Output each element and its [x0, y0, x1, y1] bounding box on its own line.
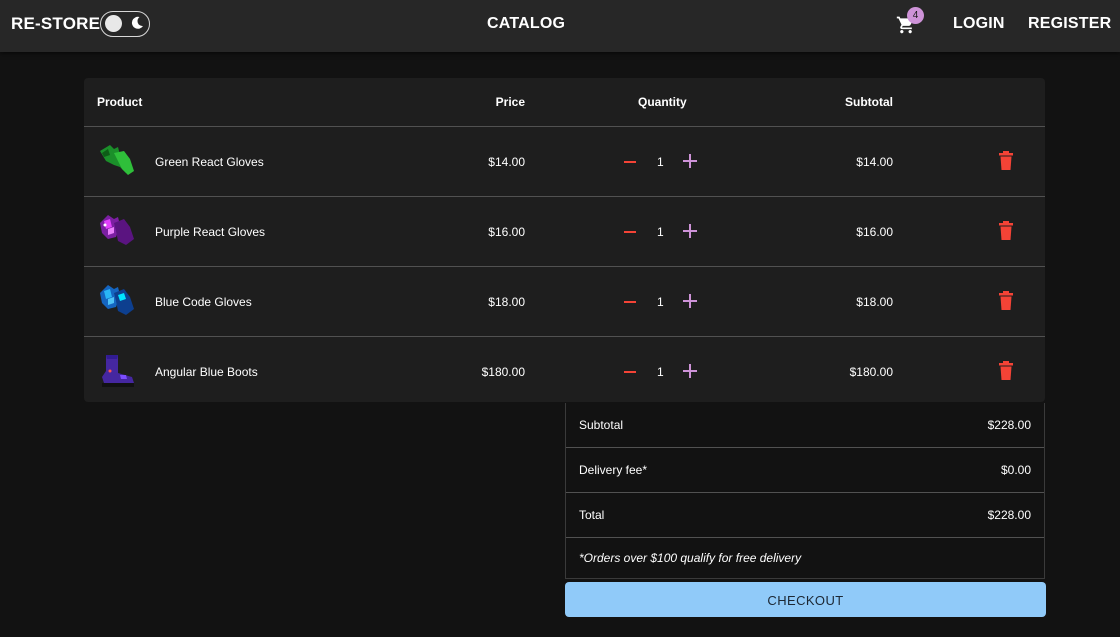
- table-row: Green React Gloves $14.00 1 $14.00: [84, 127, 1045, 197]
- summary-delivery-value: $0.00: [1000, 463, 1031, 477]
- nav-catalog-link[interactable]: CATALOG: [487, 15, 565, 33]
- table-header: Product Price Quantity Subtotal: [84, 78, 1045, 127]
- decrease-quantity-icon[interactable]: [622, 224, 638, 240]
- blue-gloves-icon: [100, 285, 134, 315]
- dark-mode-toggle[interactable]: [100, 11, 150, 37]
- increase-quantity-icon[interactable]: [681, 152, 699, 170]
- header-subtotal: Subtotal: [845, 95, 893, 109]
- product-price: $16.00: [488, 224, 525, 239]
- row-subtotal: $18.00: [856, 294, 893, 309]
- summary-delivery-row: Delivery fee* $0.00: [566, 448, 1044, 493]
- product-name[interactable]: Green React Gloves: [155, 155, 264, 169]
- increase-quantity-icon[interactable]: [681, 222, 699, 240]
- increase-quantity-icon[interactable]: [681, 362, 699, 380]
- product-quantity: 1: [657, 224, 664, 239]
- toggle-knob: [105, 15, 122, 32]
- delete-icon[interactable]: [997, 361, 1015, 381]
- purple-gloves-icon: [100, 215, 134, 245]
- increase-quantity-icon[interactable]: [681, 292, 699, 310]
- row-subtotal: $180.00: [849, 364, 893, 379]
- blue-boots-icon: [102, 355, 134, 387]
- decrease-quantity-icon[interactable]: [622, 294, 638, 310]
- moon-icon: [131, 16, 143, 29]
- product-quantity: 1: [657, 364, 664, 379]
- product-quantity: 1: [657, 294, 664, 309]
- row-subtotal: $14.00: [856, 154, 893, 169]
- row-subtotal: $16.00: [856, 224, 893, 239]
- green-gloves-icon: [100, 145, 134, 175]
- delete-icon[interactable]: [997, 221, 1015, 241]
- checkout-button[interactable]: CHECKOUT: [565, 582, 1046, 617]
- decrease-quantity-icon[interactable]: [622, 154, 638, 170]
- cart-count-badge: 4: [907, 7, 924, 24]
- table-row: Angular Blue Boots $180.00 1 $180.00: [84, 337, 1045, 406]
- login-link[interactable]: LOGIN: [953, 15, 1005, 33]
- table-row: Purple React Gloves $16.00 1 $16.00: [84, 197, 1045, 267]
- order-summary: Subtotal $228.00 Delivery fee* $0.00 Tot…: [565, 403, 1045, 579]
- brand-logo[interactable]: RE-STORE: [11, 14, 100, 34]
- delete-icon[interactable]: [997, 151, 1015, 171]
- delete-icon[interactable]: [997, 291, 1015, 311]
- summary-subtotal-label: Subtotal: [579, 418, 624, 432]
- basket-table: Product Price Quantity Subtotal Green Re…: [84, 78, 1045, 402]
- header-product: Product: [97, 95, 143, 109]
- product-price: $180.00: [481, 364, 525, 379]
- summary-total-row: Total $228.00: [566, 493, 1044, 538]
- delivery-note: *Orders over $100 qualify for free deliv…: [579, 551, 802, 565]
- product-quantity: 1: [657, 154, 664, 169]
- product-price: $18.00: [488, 294, 525, 309]
- product-price: $14.00: [488, 154, 525, 169]
- summary-subtotal-row: Subtotal $228.00: [566, 403, 1044, 448]
- product-name[interactable]: Angular Blue Boots: [155, 365, 258, 379]
- header-price: Price: [495, 95, 525, 109]
- product-name[interactable]: Blue Code Gloves: [155, 295, 252, 309]
- table-row: Blue Code Gloves $18.00 1 $18.00: [84, 267, 1045, 337]
- register-link[interactable]: REGISTER: [1028, 15, 1111, 33]
- summary-subtotal-value: $228.00: [987, 418, 1031, 432]
- summary-total-label: Total: [579, 508, 605, 522]
- header-quantity: Quantity: [638, 95, 687, 109]
- product-name[interactable]: Purple React Gloves: [155, 225, 265, 239]
- app-bar: RE-STORE CATALOG 4 LOGIN REGISTER: [0, 0, 1120, 52]
- decrease-quantity-icon[interactable]: [622, 364, 638, 380]
- summary-total-value: $228.00: [987, 508, 1031, 522]
- summary-delivery-label: Delivery fee*: [579, 463, 648, 477]
